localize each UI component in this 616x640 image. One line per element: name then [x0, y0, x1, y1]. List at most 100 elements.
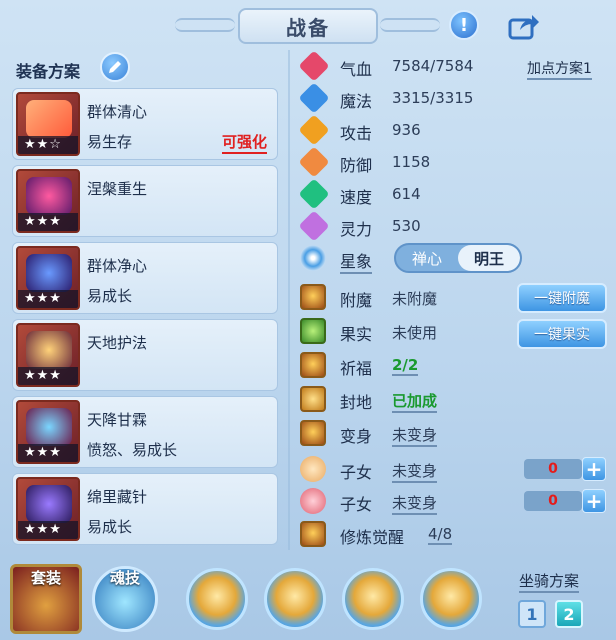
buff-value-blessing: 2/2	[392, 356, 419, 376]
buff-label-enchant: 附魔	[340, 291, 373, 310]
share-icon	[508, 15, 539, 40]
buff-value-fruit: 未使用	[392, 324, 438, 342]
equipment-art-icon	[26, 485, 72, 523]
buff-value-transform[interactable]: 未变身	[392, 424, 438, 447]
mount-scheme-1-button[interactable]: 1	[518, 600, 546, 628]
suit-button[interactable]: 套装	[10, 564, 82, 634]
child-icon	[300, 488, 326, 514]
equipment-name: 群体清心	[87, 103, 148, 121]
equipment-thumbnail: ★★★	[16, 477, 80, 541]
equipment-slot[interactable]: ★★★ 绵里藏针 易成长	[12, 473, 278, 545]
buff-label-blessing: 祈福	[340, 359, 373, 378]
title-left-ornament	[175, 18, 235, 32]
transform-icon	[300, 420, 326, 446]
column-divider	[288, 50, 290, 550]
equipment-slot[interactable]: ★★★ 群体净心 易成长	[12, 242, 278, 314]
blessing-icon	[300, 352, 326, 378]
skill-slot-guardian-icon[interactable]	[420, 568, 482, 630]
speed-icon	[298, 178, 330, 210]
equipment-thumbnail: ★★★	[16, 246, 80, 310]
child-count: 0	[524, 491, 582, 511]
toggle-chanxin[interactable]: 禅心	[396, 245, 458, 271]
equipment-attribute: 易成长	[87, 518, 133, 536]
fief-icon	[300, 386, 326, 412]
child-label: 子女	[340, 463, 373, 482]
one-click-fruit-button[interactable]: 一键果实	[517, 319, 607, 349]
mount-scheme-title: 坐骑方案	[519, 570, 580, 593]
hp-icon	[298, 50, 330, 82]
skill-slot-shield-icon[interactable]	[264, 568, 326, 630]
equipment-name: 群体净心	[87, 257, 148, 275]
star-rating: ★★☆	[18, 136, 78, 154]
equipment-name: 天降甘霖	[87, 411, 148, 429]
stat-label-mp: 魔法	[340, 92, 373, 111]
equipment-thumbnail: ★★★	[16, 323, 80, 387]
soul-skill-label: 魂技	[109, 569, 140, 587]
buff-value-fief: 已加成	[392, 390, 438, 413]
equipment-slot[interactable]: ★★★ 涅槃重生	[12, 165, 278, 237]
suit-label: 套装	[30, 569, 61, 587]
mount-scheme-2-button[interactable]: 2	[555, 600, 583, 628]
star-rating: ★★★	[18, 367, 78, 385]
star-rating: ★★★	[18, 290, 78, 308]
equipment-name: 涅槃重生	[87, 180, 148, 198]
buff-label-fruit: 果实	[340, 325, 373, 344]
equipment-name: 天地护法	[87, 334, 148, 352]
stat-value-speed: 614	[392, 185, 421, 203]
buff-label-fief: 封地	[340, 393, 373, 412]
equipment-slot[interactable]: ★★★ 天降甘霖 愤怒、易成长	[12, 396, 278, 468]
equipment-thumbnail: ★★★	[16, 169, 80, 233]
spirit-icon	[298, 210, 330, 242]
child-transform-value[interactable]: 未变身	[392, 492, 438, 515]
child-transform-value[interactable]: 未变身	[392, 460, 438, 483]
attribute-plan-link[interactable]: 加点方案1	[527, 58, 592, 80]
equipment-art-icon	[26, 408, 72, 446]
equipment-name: 绵里藏针	[87, 488, 148, 506]
equipment-slot[interactable]: ★★☆ 群体清心 易生存 可强化	[12, 88, 278, 160]
equipment-attribute: 愤怒、易成长	[87, 441, 178, 459]
star-rating: ★★★	[18, 521, 78, 539]
cultivation-value[interactable]: 4/8	[428, 525, 453, 545]
stat-value-attack: 936	[392, 121, 421, 139]
cultivation-icon	[300, 521, 326, 547]
buff-label-transform: 变身	[340, 427, 373, 446]
equipment-scheme-title: 装备方案	[16, 62, 81, 81]
fruit-icon	[300, 318, 326, 344]
child-label: 子女	[340, 495, 373, 514]
title-right-ornament	[380, 18, 440, 32]
plus-icon: +	[585, 489, 603, 513]
star-sign-toggle[interactable]: 禅心 明王	[394, 243, 522, 273]
stat-label-attack: 攻击	[340, 124, 373, 143]
child-add-button[interactable]: +	[582, 457, 606, 481]
star-sign-label[interactable]: 星象	[340, 248, 373, 274]
exclamation-icon: !	[459, 14, 469, 36]
toggle-mingwang[interactable]: 明王	[458, 245, 520, 271]
plus-icon: +	[585, 457, 603, 481]
page-title: 战备	[238, 8, 378, 44]
equipment-art-icon	[26, 254, 72, 292]
stat-value-defense: 1158	[392, 153, 431, 171]
star-rating: ★★★	[18, 213, 78, 231]
soul-skill-button[interactable]: 魂技	[92, 566, 158, 632]
stat-label-defense: 防御	[340, 156, 373, 175]
equipment-art-icon	[26, 100, 72, 138]
enhance-link[interactable]: 可强化	[221, 131, 267, 154]
equipment-art-icon	[26, 331, 72, 369]
stat-value-hp: 7584/7584	[392, 57, 474, 75]
equipment-attribute: 易生存	[87, 133, 133, 151]
equipment-attribute: 易成长	[87, 287, 133, 305]
skill-slot-warrior-icon[interactable]	[342, 568, 404, 630]
share-button[interactable]	[508, 12, 540, 40]
one-click-enchant-button[interactable]: 一键附魔	[517, 283, 607, 313]
edit-scheme-button[interactable]	[100, 52, 130, 82]
mp-icon	[298, 82, 330, 114]
child-add-button[interactable]: +	[582, 489, 606, 513]
equipment-thumbnail: ★★★	[16, 400, 80, 464]
equipment-slot[interactable]: ★★★ 天地护法	[12, 319, 278, 391]
child-icon	[300, 456, 326, 482]
pencil-icon	[109, 61, 121, 73]
help-button[interactable]: !	[449, 10, 479, 40]
star-sign-icon	[300, 245, 326, 271]
skill-slot-meditate-icon[interactable]	[186, 568, 248, 630]
equipment-art-icon	[26, 177, 72, 215]
